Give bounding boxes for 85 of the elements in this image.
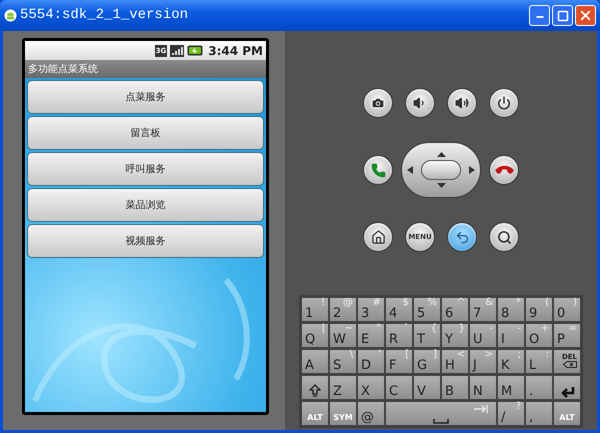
android-icon [4, 9, 17, 22]
enter-arrow-icon [559, 386, 575, 398]
keyboard-key[interactable]: 2 @ [329, 297, 357, 322]
keyboard-key[interactable]: / ? [497, 401, 525, 426]
app-title-bar: 多功能点菜系统 [25, 60, 266, 78]
keyboard-key[interactable]: 3 # [357, 297, 385, 322]
keyboard-key[interactable]: J > [469, 349, 497, 374]
keyboard-key[interactable]: @ [357, 401, 385, 426]
menu-button[interactable]: 视频服务 [27, 224, 264, 258]
backspace-icon [563, 361, 577, 368]
right-arrow-icon [469, 166, 475, 174]
window-title: 5554:sdk_2_1_version [20, 6, 188, 25]
keyboard-key[interactable]: Y } [441, 323, 469, 348]
keyboard-key[interactable]: R ` [385, 323, 413, 348]
home-button[interactable] [363, 222, 393, 252]
phone-icon [370, 162, 386, 178]
menu-button[interactable]: 呼叫服务 [27, 152, 264, 186]
keyboard-key[interactable]: A [301, 349, 329, 374]
keyboard-key[interactable]: 0 ) [553, 297, 581, 322]
keyboard-key[interactable]: . [525, 375, 553, 400]
menu-button[interactable]: 菜品浏览 [27, 188, 264, 222]
left-arrow-icon [407, 166, 413, 174]
keyboard-key[interactable]: L : [525, 349, 553, 374]
search-button[interactable] [489, 222, 519, 252]
keyboard-key[interactable]: , [525, 401, 553, 426]
keyboard-key[interactable]: B [441, 375, 469, 400]
keyboard-key[interactable]: K ; [497, 349, 525, 374]
keyboard-key[interactable]: S \ [329, 349, 357, 374]
volume-down-button[interactable] [405, 88, 435, 118]
keyboard-key[interactable]: F [ [385, 349, 413, 374]
volume-up-button[interactable] [447, 88, 477, 118]
keyboard-key[interactable]: Z [329, 375, 357, 400]
camera-button[interactable] [363, 88, 393, 118]
close-button[interactable] [575, 5, 596, 26]
keyboard-key[interactable]: 8 * [497, 297, 525, 322]
keyboard-key[interactable]: H < [441, 349, 469, 374]
space-bar-icon [433, 419, 449, 424]
power-icon [497, 96, 511, 110]
keyboard-key[interactable]: 6 ^ [441, 297, 469, 322]
maximize-icon [556, 10, 568, 22]
end-call-button[interactable] [489, 155, 519, 185]
keyboard-key[interactable]: P = [553, 323, 581, 348]
keyboard-key[interactable]: Q | [301, 323, 329, 348]
menu-button[interactable]: 留言板 [27, 116, 264, 150]
keyboard-key[interactable]: D ' [357, 349, 385, 374]
battery-icon [187, 45, 204, 56]
keyboard-key[interactable]: 7 & [469, 297, 497, 322]
search-icon [496, 230, 512, 244]
keyboard-key[interactable]: E " [357, 323, 385, 348]
call-button[interactable] [363, 155, 393, 185]
volume-up-icon [455, 96, 469, 110]
space-key[interactable] [385, 401, 497, 426]
keyboard-key[interactable]: C [385, 375, 413, 400]
keyboard-key[interactable]: 4 $ [385, 297, 413, 322]
shift-key[interactable] [301, 375, 329, 400]
enter-key[interactable] [553, 375, 581, 400]
back-icon [454, 230, 470, 244]
keyboard-key[interactable]: O + [525, 323, 553, 348]
keyboard-key[interactable]: G ] [413, 349, 441, 374]
keyboard-key[interactable]: 5 % [413, 297, 441, 322]
home-icon [370, 230, 386, 244]
keyboard-key[interactable]: M [497, 375, 525, 400]
keyboard-key[interactable]: N [469, 375, 497, 400]
keyboard-key[interactable]: T { [413, 323, 441, 348]
status-time: 3:44 PM [208, 42, 263, 60]
close-icon [578, 8, 593, 23]
keyboard-key[interactable]: X [357, 375, 385, 400]
back-button[interactable] [447, 222, 477, 252]
keyboard-key[interactable]: I - [497, 323, 525, 348]
menu-button[interactable]: 点菜服务 [27, 80, 264, 114]
keyboard-key[interactable]: V [413, 375, 441, 400]
power-button[interactable] [489, 88, 519, 118]
tab-arrow-icon [474, 405, 488, 413]
maximize-button[interactable] [552, 5, 573, 26]
camera-icon [371, 96, 385, 110]
keyboard-key[interactable]: W ~ [329, 323, 357, 348]
keyboard-key[interactable]: 9 ( [525, 297, 553, 322]
keyboard-key[interactable]: U - [469, 323, 497, 348]
shift-arrow-icon [309, 384, 321, 398]
center-select-button[interactable] [421, 160, 461, 180]
keyboard-key[interactable]: 1 ! [301, 297, 329, 322]
up-arrow-icon [436, 152, 446, 157]
minimize-button[interactable] [529, 5, 550, 26]
down-arrow-icon [436, 183, 446, 188]
signal-icon [170, 44, 184, 56]
